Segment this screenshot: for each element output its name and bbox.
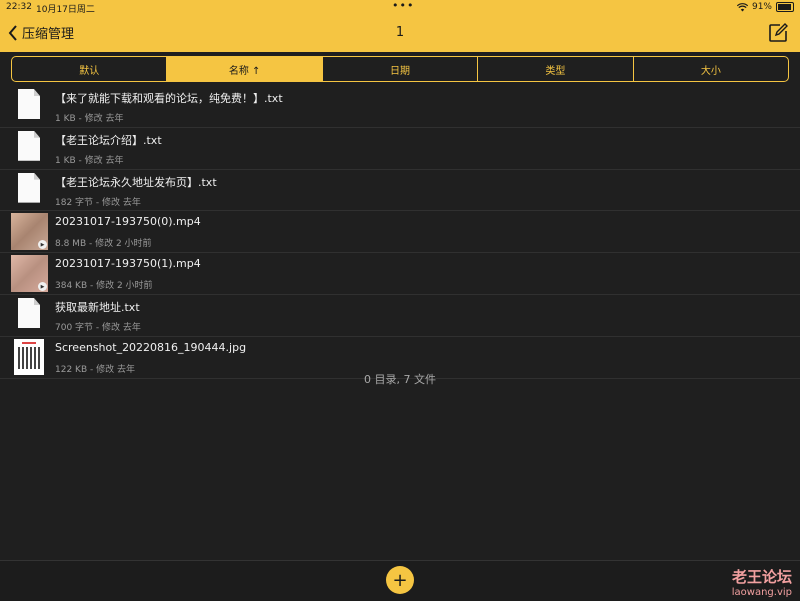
battery-percent: 91% [751, 2, 772, 12]
watermark-title: 老王论坛 [731, 568, 792, 586]
battery-fill [778, 4, 791, 10]
sort-tab[interactable]: 名称 ↑ [167, 57, 323, 81]
file-name: 20231017-193750(0).mp4 [55, 215, 201, 229]
file-name: 【老王论坛永久地址发布页】.txt [55, 175, 217, 189]
file-meta: 384 KB - 修改 2 小时前 [55, 281, 153, 292]
navigation-bar: 压缩管理 1 [0, 14, 800, 52]
page-fold [34, 297, 40, 305]
wifi-icon [736, 2, 748, 11]
file-meta: 8.8 MB - 修改 2 小时前 [55, 239, 152, 250]
status-right: 91% [736, 2, 794, 12]
page-fold [34, 172, 40, 180]
file-name: 获取最新地址.txt [55, 300, 140, 314]
sort-segmented-control: 默认 名称 ↑ 日期 类型 大小 [11, 56, 789, 82]
file-meta: 1 KB - 修改 去年 [55, 155, 124, 166]
multitasking-dots[interactable]: ••• [392, 0, 414, 12]
image-header-mark [22, 341, 36, 344]
watermark: 老王论坛 laowang.vip [732, 566, 792, 598]
sort-tab[interactable]: 日期 [323, 57, 479, 81]
file-row[interactable]: ▶ 20231017-193750(0).mp4 8.8 MB - 修改 2 小时前 [0, 211, 800, 254]
file-row[interactable]: 【来了就能下载和观看的论坛，纯免费！】.txt 1 KB - 修改 去年 [0, 86, 800, 128]
page-fold [34, 130, 40, 138]
file-meta: 1 KB - 修改 去年 [55, 114, 124, 124]
compose-icon[interactable] [768, 23, 788, 43]
file-name: 【来了就能下载和观看的论坛，纯免费！】.txt [55, 92, 283, 105]
file-meta: 700 字节 - 修改 去年 [55, 322, 141, 333]
sort-tab[interactable]: 默认 [12, 57, 168, 81]
sort-tab[interactable]: 大小 [634, 57, 788, 81]
image-thumbnail [14, 338, 44, 375]
status-time: 22:32 [6, 2, 32, 12]
battery-icon [776, 2, 794, 12]
file-row[interactable]: 【老王论坛永久地址发布页】.txt 182 字节 - 修改 去年 [0, 170, 800, 212]
add-button[interactable]: + [386, 566, 414, 594]
file-row[interactable]: ▶ 20231017-193750(1).mp4 384 KB - 修改 2 小时前 [0, 253, 800, 295]
file-name: Screenshot_20220816_190444.jpg [55, 340, 247, 354]
watermark-url: laowang.vip [731, 587, 792, 598]
file-name: 20231017-193750(1).mp4 [55, 257, 201, 271]
file-list: 【来了就能下载和观看的论坛，纯免费！】.txt 1 KB - 修改 去年 【老王论坛… [0, 86, 800, 379]
sort-tab[interactable]: 类型 [478, 57, 634, 81]
folder-summary: 0 目录, 7 文件 [364, 373, 436, 386]
qr-code-icon [18, 346, 40, 369]
file-row[interactable]: 【老王论坛介绍】.txt 1 KB - 修改 去年 [0, 128, 800, 170]
page-title: 1 [395, 25, 405, 40]
file-row[interactable]: 获取最新地址.txt 700 字节 - 修改 去年 [0, 295, 800, 337]
file-meta: 182 字节 - 修改 去年 [55, 197, 141, 208]
file-name: 【老王论坛介绍】.txt [55, 133, 162, 147]
page-fold [34, 89, 40, 96]
status-bar: 22:32 10月17日周二 ••• 91% [0, 0, 800, 15]
